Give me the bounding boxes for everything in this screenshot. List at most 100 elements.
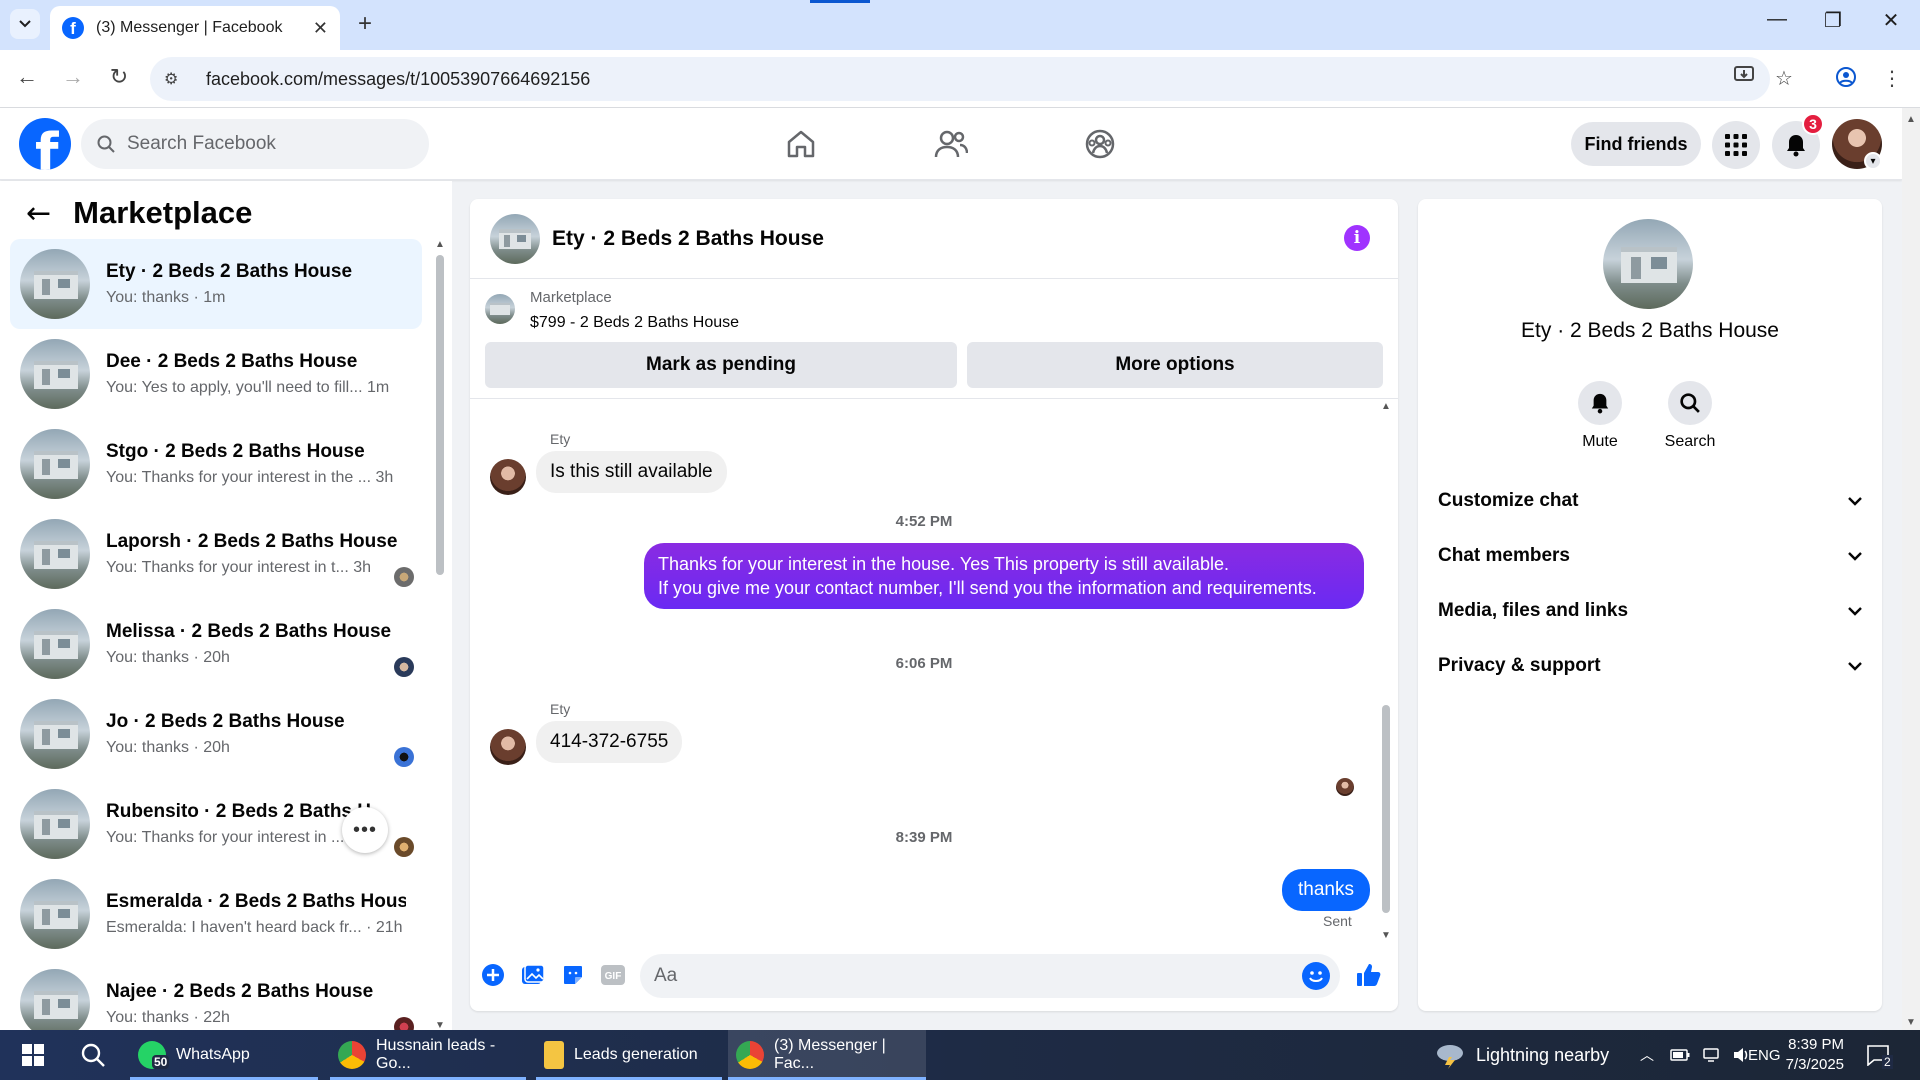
conversation-item[interactable]: Laporsh · 2 Beds 2 Baths House You: Thank…: [10, 509, 422, 599]
scroll-up-icon[interactable]: ▲: [1906, 114, 1916, 125]
mute-button[interactable]: Mute: [1560, 381, 1640, 451]
message-composer: GIF: [470, 943, 1398, 1011]
listing-price[interactable]: $799 - 2 Beds 2 Baths House: [530, 314, 739, 332]
taskbar-folder[interactable]: Leads generation: [536, 1030, 722, 1080]
scroll-down-icon[interactable]: ▼: [1906, 1017, 1916, 1028]
clock[interactable]: 8:39 PM 7/3/2025: [1782, 1030, 1844, 1080]
account-caret-icon[interactable]: ▾: [1864, 152, 1882, 170]
search-in-chat-button[interactable]: Search: [1650, 381, 1730, 451]
contact-avatar[interactable]: [490, 729, 526, 765]
privacy-support-row[interactable]: Privacy & support: [1438, 644, 1862, 688]
language-indicator[interactable]: ENG: [1748, 1030, 1781, 1080]
browser-menu-icon[interactable]: ⋮: [1878, 66, 1906, 91]
close-window-icon[interactable]: ✕: [1876, 8, 1906, 33]
scroll-down-icon[interactable]: ▼: [1381, 930, 1391, 941]
profile-icon[interactable]: [1832, 66, 1860, 94]
conversation-snippet: You: thanks · 22h: [106, 1009, 230, 1026]
folder-icon: [544, 1041, 564, 1069]
conversation-item[interactable]: Dee · 2 Beds 2 Baths House You: Yes to ap…: [10, 329, 422, 419]
read-receipt-avatar: [394, 837, 414, 857]
chat-scrollbar[interactable]: ▲ ▼: [1380, 401, 1392, 941]
more-options-button[interactable]: More options: [967, 342, 1383, 388]
taskbar-whatsapp[interactable]: 50 WhatsApp: [130, 1030, 318, 1080]
windows-taskbar: 50 WhatsApp Hussnain leads - Go... Leads…: [0, 1030, 1920, 1080]
page-scrollbar[interactable]: ▲ ▼: [1902, 108, 1920, 1030]
install-app-icon[interactable]: [1730, 66, 1758, 90]
taskbar-chrome-leads[interactable]: Hussnain leads - Go...: [330, 1030, 526, 1080]
contact-avatar[interactable]: [490, 459, 526, 495]
facebook-logo-icon[interactable]: f: [19, 118, 71, 170]
mark-as-pending-button[interactable]: Mark as pending: [485, 342, 957, 388]
listing-thumbnail[interactable]: [490, 213, 540, 264]
find-friends-button[interactable]: Find friends: [1571, 122, 1701, 166]
facebook-top-nav: f Find friends 3 ▾: [0, 108, 1902, 180]
friends-icon[interactable]: [931, 124, 971, 164]
windows-start-icon[interactable]: [14, 1030, 54, 1080]
storm-cloud-icon: [1437, 1045, 1463, 1069]
browser-tab-messenger[interactable]: f (3) Messenger | Facebook ✕: [50, 6, 340, 50]
new-tab-button[interactable]: +: [350, 10, 380, 38]
message-input-box[interactable]: [640, 954, 1340, 998]
media-files-links-row[interactable]: Media, files and links: [1438, 589, 1862, 633]
tab-search-button[interactable]: [10, 9, 40, 39]
site-info-icon[interactable]: ⚙: [164, 69, 186, 89]
plus-circle-icon[interactable]: [478, 960, 508, 990]
network-icon[interactable]: [1702, 1030, 1720, 1080]
scrollbar-thumb[interactable]: [1382, 705, 1390, 913]
address-bar[interactable]: ⚙ facebook.com/messages/t/10053907664692…: [150, 57, 1770, 101]
conversation-item[interactable]: Stgo · 2 Beds 2 Baths House You: Thanks f…: [10, 419, 422, 509]
search-icon: [97, 135, 115, 153]
reload-icon[interactable]: ↻: [104, 64, 134, 90]
scrollbar-thumb[interactable]: [436, 255, 444, 575]
message-input[interactable]: [654, 965, 1274, 987]
forward-arrow-icon[interactable]: →: [58, 64, 88, 90]
conversation-item[interactable]: Esmeralda · 2 Beds 2 Baths House Esmerald…: [10, 869, 422, 959]
minimize-icon[interactable]: —: [1762, 8, 1792, 31]
conversation-snippet: Esmeralda: I haven't heard back fr... · …: [106, 919, 403, 936]
conversation-item[interactable]: Ety · 2 Beds 2 Baths House You: thanks · …: [10, 239, 422, 329]
customize-chat-row[interactable]: Customize chat: [1438, 479, 1862, 523]
photo-icon[interactable]: [518, 960, 548, 990]
chevron-down-icon: [1848, 548, 1862, 564]
back-arrow-icon[interactable]: ←: [12, 64, 42, 90]
tray-chevron-icon[interactable]: ︿: [1640, 1030, 1654, 1080]
browser-tab-bar: f (3) Messenger | Facebook ✕ + — ❐ ✕: [0, 0, 1920, 50]
notification-center-icon[interactable]: 2: [1866, 1030, 1893, 1080]
conversation-item[interactable]: Rubensito · 2 Beds 2 Baths H You: Thanks …: [10, 779, 422, 869]
facebook-favicon-icon: f: [62, 17, 84, 39]
taskbar-chrome-messenger[interactable]: (3) Messenger | Fac...: [728, 1030, 926, 1080]
mute-label: Mute: [1582, 433, 1618, 450]
info-icon[interactable]: i: [1344, 225, 1370, 251]
home-icon[interactable]: [781, 124, 821, 164]
chrome-icon: [736, 1041, 764, 1069]
chat-title[interactable]: Ety · 2 Beds 2 Baths House: [552, 227, 824, 251]
taskbar-search-icon[interactable]: [72, 1030, 112, 1080]
sidebar-scrollbar[interactable]: ▲ ▼: [434, 239, 446, 1031]
bookmark-star-icon[interactable]: ☆: [1770, 66, 1798, 91]
gif-icon[interactable]: GIF: [598, 960, 628, 990]
thumbs-up-icon[interactable]: [1354, 960, 1384, 990]
menu-grid-icon[interactable]: [1712, 121, 1760, 169]
emoji-icon[interactable]: [1302, 962, 1330, 990]
close-tab-icon[interactable]: ✕: [313, 18, 328, 39]
weather-widget[interactable]: Lightning nearby: [1434, 1030, 1609, 1080]
sticker-icon[interactable]: [558, 960, 588, 990]
conversation-item[interactable]: Jo · 2 Beds 2 Baths House You: thanks · 2…: [10, 689, 422, 779]
seen-avatar: [1336, 778, 1354, 796]
back-arrow-icon[interactable]: ←: [26, 196, 51, 231]
more-options-icon[interactable]: •••: [342, 807, 388, 853]
scroll-up-icon[interactable]: ▲: [435, 239, 445, 250]
restore-icon[interactable]: ❐: [1818, 8, 1848, 33]
battery-icon[interactable]: [1670, 1030, 1690, 1080]
outgoing-message: thanks: [1282, 869, 1370, 911]
chrome-icon: [338, 1041, 366, 1069]
groups-icon[interactable]: [1080, 124, 1120, 164]
conversation-snippet: You: thanks · 1m: [106, 289, 226, 306]
search-input[interactable]: [127, 133, 387, 155]
conversation-item[interactable]: Melissa · 2 Beds 2 Baths House You: thank…: [10, 599, 422, 689]
facebook-search[interactable]: [81, 119, 429, 169]
scroll-up-icon[interactable]: ▲: [1381, 401, 1391, 412]
listing-thumbnail: [485, 294, 515, 324]
chat-members-row[interactable]: Chat members: [1438, 534, 1862, 578]
clock-date: 7/3/2025: [1785, 1056, 1844, 1073]
